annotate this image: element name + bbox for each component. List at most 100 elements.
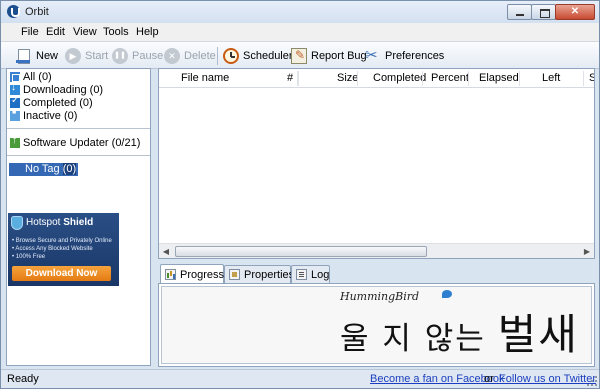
category-label: Completed (0): [23, 96, 93, 109]
maximize-icon: [532, 5, 555, 19]
tab-label: Properties: [244, 268, 295, 281]
col-completed[interactable]: Completed: [373, 72, 426, 84]
scroll-thumb[interactable]: [175, 246, 427, 257]
download-list[interactable]: File name # Size Completed Percent Elaps…: [158, 68, 595, 259]
scroll-left-icon[interactable]: ◀: [160, 246, 172, 257]
software-updater[interactable]: Software Updater (0/21): [10, 135, 141, 149]
category-completed[interactable]: Completed (0): [10, 95, 93, 109]
all-icon: [10, 71, 20, 82]
window-title: Orbit: [25, 6, 49, 18]
progress-view: HummingBird 울 지 않는 벌새: [161, 286, 592, 364]
horizontal-scrollbar[interactable]: ◀ ▶: [159, 243, 594, 258]
category-all[interactable]: All (0): [10, 70, 52, 83]
category-label: Inactive (0): [23, 109, 78, 122]
col-separator[interactable]: [357, 71, 358, 86]
orbit-logo-icon: [7, 5, 20, 18]
tab-progress[interactable]: Progress: [160, 264, 224, 284]
delete-button[interactable]: Delete: [164, 46, 216, 66]
category-label: Downloading (0): [23, 83, 104, 96]
menu-tools[interactable]: Tools: [103, 26, 129, 38]
completed-icon: [10, 95, 20, 108]
properties-icon: [229, 269, 240, 280]
downloading-icon: [10, 82, 20, 95]
hotspot-shield-ad[interactable]: Hotspot Shield • Browse Secure and Priva…: [8, 213, 119, 286]
tag-no-tag[interactable]: No Tag (0): [9, 163, 152, 176]
ad-brand: Hotspot Shield: [26, 217, 93, 228]
close-icon: ✕: [570, 6, 580, 17]
minimize-button[interactable]: [507, 4, 532, 20]
play-icon: [65, 48, 81, 64]
status-text: Ready: [7, 373, 39, 385]
delete-icon: [164, 48, 180, 64]
report-bug-icon: [291, 48, 307, 64]
category-label: All (0): [23, 70, 52, 83]
toolbar-separator: [217, 47, 218, 65]
tag-count: (0): [62, 163, 77, 175]
col-separator[interactable]: [583, 71, 584, 86]
delete-label: Delete: [184, 50, 216, 62]
scroll-right-icon[interactable]: ▶: [581, 246, 593, 257]
updater-icon: [10, 135, 20, 148]
tab-properties[interactable]: Properties: [224, 265, 295, 283]
category-inactive[interactable]: Inactive (0): [10, 109, 77, 122]
toolbar: New Start Pause Delete Scheduler Report …: [1, 42, 599, 69]
col-size[interactable]: Size: [337, 72, 358, 84]
ad-features: • Browse Secure and Privately Online • A…: [12, 237, 112, 261]
resize-grip-icon[interactable]: [587, 376, 597, 386]
menu-view[interactable]: View: [73, 26, 97, 38]
twitter-link[interactable]: Follow us on Twitter: [499, 373, 596, 385]
col-speed[interactable]: S: [589, 72, 594, 84]
tag-label: No Tag: [25, 163, 60, 175]
status-bar: Ready Become a fan on Facebook or Follow…: [1, 369, 599, 388]
close-button[interactable]: ✕: [555, 4, 595, 20]
divider: [7, 128, 150, 129]
col-separator[interactable]: [422, 71, 423, 86]
status-or: or: [484, 373, 494, 385]
orbit-window: Orbit ✕ File Edit View Tools Help New St…: [0, 0, 600, 389]
progress-icon: [165, 269, 176, 280]
menu-edit[interactable]: Edit: [46, 26, 65, 38]
new-button[interactable]: New: [16, 46, 58, 66]
col-separator[interactable]: [468, 71, 469, 86]
scheduler-button[interactable]: Scheduler: [223, 46, 293, 66]
updater-label: Software Updater (0/21): [23, 136, 141, 149]
start-label: Start: [85, 50, 109, 62]
new-label: New: [36, 50, 59, 62]
category-downloading[interactable]: Downloading (0): [10, 82, 104, 96]
pause-button[interactable]: Pause: [112, 46, 163, 66]
scheduler-label: Scheduler: [243, 50, 293, 62]
slogan-big: 벌새: [497, 310, 579, 359]
preferences-button[interactable]: Preferences: [365, 46, 444, 66]
report-bug-label: Report Bug: [311, 50, 367, 62]
report-bug-button[interactable]: Report Bug: [291, 46, 367, 66]
start-button[interactable]: Start: [65, 46, 108, 66]
log-icon: [296, 269, 307, 280]
pause-label: Pause: [132, 50, 164, 62]
new-file-icon: [16, 48, 30, 64]
category-pane: All (0) Downloading (0) Completed (0) In…: [6, 68, 151, 366]
ad-feature: • Access Any Blocked Website: [12, 246, 93, 252]
minimize-icon: [508, 5, 531, 19]
hummingbird-icon: [442, 290, 452, 298]
pause-icon: [112, 48, 128, 64]
preferences-icon: [365, 46, 381, 64]
maximize-button[interactable]: [531, 4, 556, 20]
ad-brand-suffix: Shield: [63, 217, 94, 228]
col-percent[interactable]: Percent: [431, 72, 469, 84]
list-header: File name # Size Completed Percent Elaps…: [159, 69, 594, 88]
col-left[interactable]: Left: [542, 72, 560, 84]
col-file-name[interactable]: File name: [181, 72, 229, 84]
col-number[interactable]: #: [287, 72, 293, 84]
preferences-label: Preferences: [385, 50, 445, 62]
tab-log[interactable]: Log: [291, 265, 330, 283]
ad-download-button[interactable]: Download Now: [12, 266, 111, 281]
hummingbird-slogan: 울 지 않는 벌새: [340, 301, 579, 362]
divider: [7, 155, 150, 156]
col-elapsed[interactable]: Elapsed: [479, 72, 519, 84]
menu-file[interactable]: File: [21, 26, 39, 38]
col-separator[interactable]: [298, 71, 299, 86]
col-separator[interactable]: [519, 71, 520, 86]
menu-help[interactable]: Help: [136, 26, 159, 38]
tab-label: Log: [311, 268, 330, 281]
tag-selected: No Tag (0): [9, 163, 79, 176]
